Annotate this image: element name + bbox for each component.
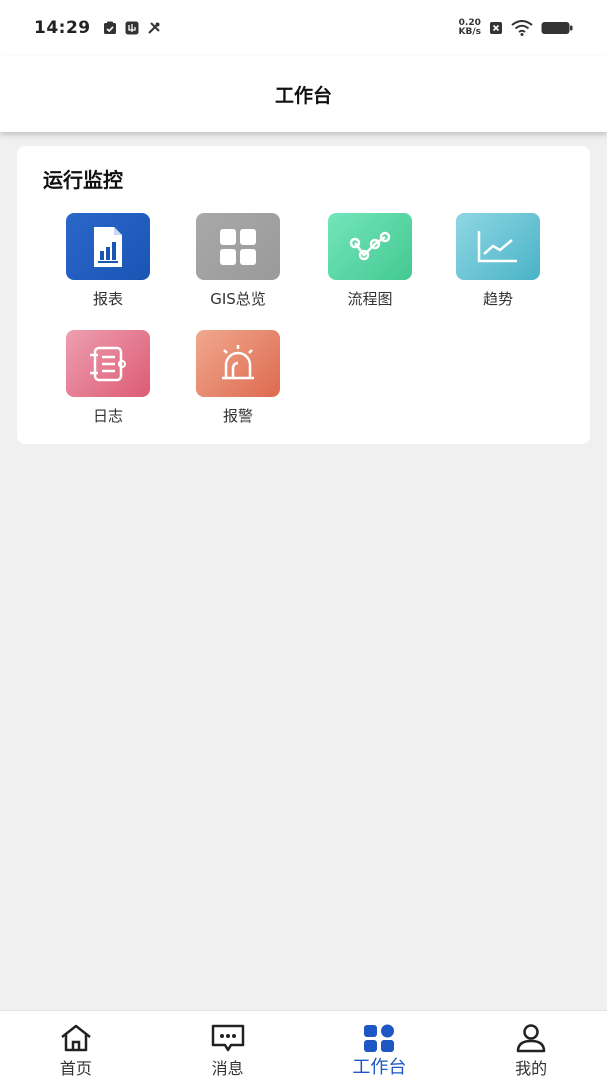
tile-gis-overview-bg: [196, 213, 280, 280]
sim-x-icon: [490, 22, 502, 34]
tile-alarm[interactable]: 报警: [183, 330, 293, 430]
tile-trend-label: 趋势: [482, 290, 513, 308]
tools-icon: [147, 22, 160, 34]
user-icon: [516, 1024, 546, 1053]
nav-item-workbench[interactable]: 工作台: [304, 1011, 456, 1081]
tile-report[interactable]: 报表: [53, 213, 163, 313]
tile-flow-chart-label: 流程图: [347, 290, 393, 308]
status-time: 14:29: [34, 18, 91, 38]
nav-item-profile[interactable]: 我的: [455, 1011, 607, 1081]
report-chart-icon: [94, 226, 122, 267]
app-header: 工作台: [0, 56, 607, 132]
nav-item-messages[interactable]: 消息: [152, 1011, 304, 1081]
bottom-nav: 首页 消息 工作台 我的: [0, 1010, 607, 1081]
tile-log[interactable]: 日志: [53, 330, 163, 430]
net-speed-indicator: 0.20 KB/s: [459, 19, 481, 37]
tile-gis-overview[interactable]: GIS总览: [183, 213, 293, 313]
grid-icon: [220, 228, 256, 265]
tile-log-label: 日志: [92, 407, 123, 425]
trend-line-icon: [477, 230, 517, 262]
status-bar: 14:29 0.20 KB/s: [0, 0, 607, 56]
monitoring-section: 运行监控 报表 GIS总览 流程图 趋势 日志 报警: [17, 146, 590, 444]
home-icon: [61, 1024, 91, 1052]
flow-chart-icon: [349, 231, 391, 260]
tile-report-bg: [66, 213, 150, 280]
section-title: 运行监控: [43, 168, 123, 192]
usb-debug-icon: [125, 21, 139, 35]
nav-item-home[interactable]: 首页: [0, 1011, 152, 1081]
nav-label-home: 首页: [59, 1059, 92, 1078]
tile-alarm-label: 报警: [222, 407, 253, 425]
tile-gis-overview-label: GIS总览: [210, 290, 266, 308]
alarm-light-icon: [222, 344, 254, 379]
tile-trend-bg: [456, 213, 540, 280]
tile-trend[interactable]: 趋势: [443, 213, 553, 313]
tile-flow-chart[interactable]: 流程图: [315, 213, 425, 313]
nav-label-workbench: 工作台: [352, 1057, 407, 1078]
battery-icon: [541, 22, 573, 34]
tile-alarm-bg: [196, 330, 280, 397]
tile-log-bg: [66, 330, 150, 397]
nav-label-messages: 消息: [211, 1059, 244, 1078]
page-title: 工作台: [274, 84, 332, 107]
net-speed-unit: KB/s: [458, 27, 481, 37]
wifi-icon: [511, 20, 533, 36]
tile-flow-chart-bg: [328, 213, 412, 280]
message-icon: [211, 1024, 244, 1052]
nav-label-profile: 我的: [515, 1059, 548, 1078]
workbench-grid-icon: [364, 1024, 395, 1052]
tile-report-label: 报表: [92, 290, 123, 308]
log-book-icon: [90, 346, 126, 381]
shield-check-icon: [103, 21, 116, 34]
